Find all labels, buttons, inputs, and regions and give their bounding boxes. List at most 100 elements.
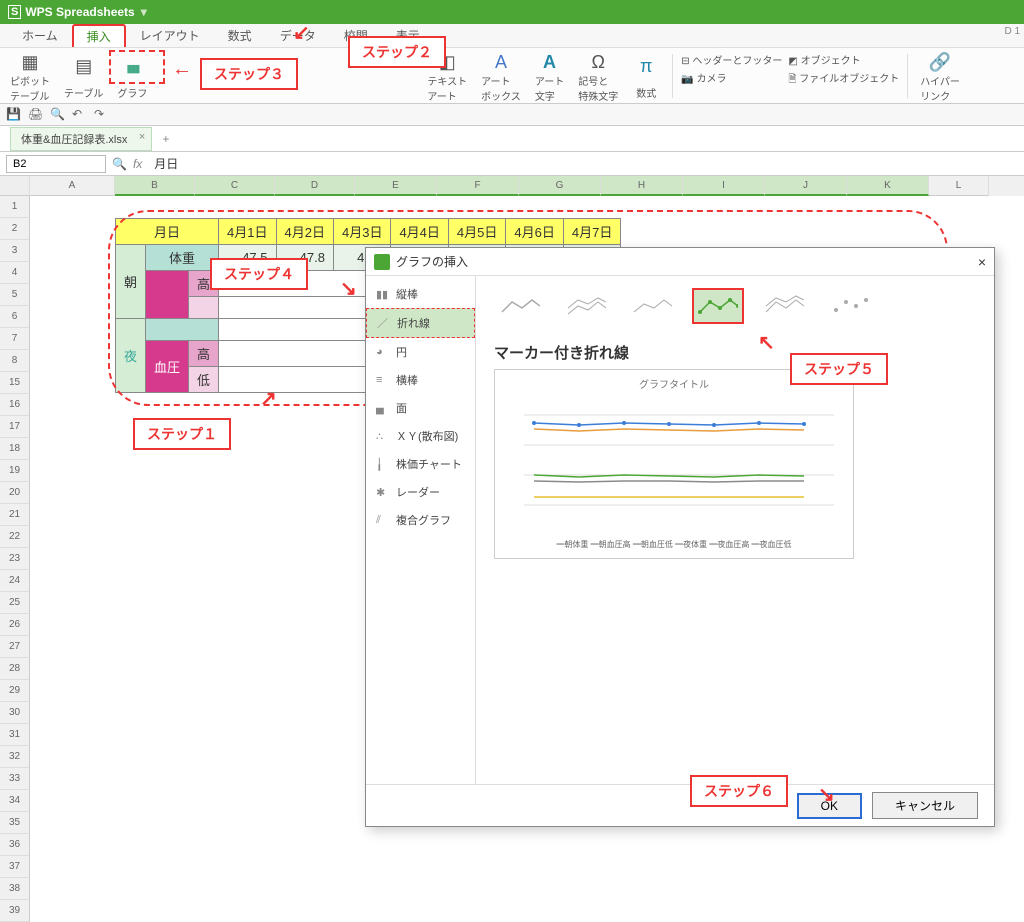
ribbon-camera[interactable]: 📷 カメラ xyxy=(681,70,782,85)
file-tab-bar: 体重&血圧記録表.xlsx× + xyxy=(0,126,1024,152)
subtype-1[interactable] xyxy=(494,288,546,324)
row-18[interactable]: 18 xyxy=(0,438,30,460)
qat-print-icon[interactable]: 🖨 xyxy=(28,107,44,123)
type-bar[interactable]: ≡横棒 xyxy=(366,366,475,394)
row-5[interactable]: 5 xyxy=(0,284,30,306)
ribbon-hyperlink[interactable]: 🔗ハイパー リンク xyxy=(916,52,964,100)
row-33[interactable]: 33 xyxy=(0,768,30,790)
row-34[interactable]: 34 xyxy=(0,790,30,812)
col-a[interactable]: A xyxy=(30,176,115,196)
arttext-icon: A xyxy=(536,52,564,73)
dialog-titlebar[interactable]: グラフの挿入 × xyxy=(366,248,994,276)
type-radar[interactable]: ✱レーダー xyxy=(366,478,475,506)
col-f[interactable]: F xyxy=(437,176,519,196)
row-3[interactable]: 3 xyxy=(0,240,30,262)
type-stock[interactable]: ╽株価チャート xyxy=(366,450,475,478)
ribbon-table[interactable]: ▤テーブル xyxy=(60,52,107,100)
col-b[interactable]: B xyxy=(115,176,195,196)
qat-redo-icon[interactable]: ↷ xyxy=(94,107,110,123)
ribbon-pivot[interactable]: ▦ピボット テーブル xyxy=(6,52,54,100)
row-24[interactable]: 24 xyxy=(0,570,30,592)
type-column[interactable]: ▮▮縦棒 xyxy=(366,280,475,308)
bar-icon: ≡ xyxy=(376,374,390,386)
row-4[interactable]: 4 xyxy=(0,262,30,284)
col-i[interactable]: I xyxy=(683,176,765,196)
row-6[interactable]: 6 xyxy=(0,306,30,328)
type-scatter[interactable]: ∴ＸＹ(散布図) xyxy=(366,422,475,450)
row-2[interactable]: 2 xyxy=(0,218,30,240)
ribbon-symbol[interactable]: Ω記号と 特殊文字 xyxy=(574,52,622,100)
subtype-4-marker-line[interactable] xyxy=(692,288,744,324)
row-27[interactable]: 27 xyxy=(0,636,30,658)
subtype-5[interactable] xyxy=(758,288,810,324)
type-combo[interactable]: ⫽複合グラフ xyxy=(366,506,475,534)
arrow-step4: ↘ xyxy=(340,276,357,301)
subtype-3[interactable] xyxy=(626,288,678,324)
close-tab-icon[interactable]: × xyxy=(139,131,145,143)
ribbon-file-object[interactable]: 🗎 ファイルオブジェクト xyxy=(788,70,899,89)
tab-insert[interactable]: 挿入 xyxy=(72,24,126,47)
col-h[interactable]: H xyxy=(601,176,683,196)
subtype-2[interactable] xyxy=(560,288,612,324)
row-26[interactable]: 26 xyxy=(0,614,30,636)
row-39[interactable]: 39 xyxy=(0,900,30,922)
row-28[interactable]: 28 xyxy=(0,658,30,680)
column-icon: ▮▮ xyxy=(376,288,390,301)
new-tab-icon[interactable]: + xyxy=(162,132,169,146)
ribbon-header-footer[interactable]: ⊟ ヘッダーとフッター xyxy=(681,52,782,67)
type-line[interactable]: ／折れ線 xyxy=(366,308,475,338)
col-l[interactable]: L xyxy=(929,176,989,196)
row-25[interactable]: 25 xyxy=(0,592,30,614)
row-1[interactable]: 1 xyxy=(0,196,30,218)
tab-layout[interactable]: レイアウト xyxy=(126,24,214,47)
row-17[interactable]: 17 xyxy=(0,416,30,438)
row-23[interactable]: 23 xyxy=(0,548,30,570)
ribbon-equation[interactable]: π数式 xyxy=(628,52,664,100)
row-30[interactable]: 30 xyxy=(0,702,30,724)
title-bar: S WPS Spreadsheets ▾ xyxy=(0,0,1024,24)
ribbon-art-box[interactable]: Aアート ボックス xyxy=(477,52,525,100)
col-k[interactable]: K xyxy=(847,176,929,196)
row-7[interactable]: 7 xyxy=(0,328,30,350)
step-5-label: ステップ５ xyxy=(790,353,888,385)
row-16[interactable]: 16 xyxy=(0,394,30,416)
ribbon-object[interactable]: ◩ オブジェクト xyxy=(788,52,899,67)
col-e[interactable]: E xyxy=(355,176,437,196)
row-29[interactable]: 29 xyxy=(0,680,30,702)
col-d[interactable]: D xyxy=(275,176,355,196)
qat-save-icon[interactable]: 💾 xyxy=(6,107,22,123)
row-37[interactable]: 37 xyxy=(0,856,30,878)
col-g[interactable]: G xyxy=(519,176,601,196)
row-21[interactable]: 21 xyxy=(0,504,30,526)
file-tab[interactable]: 体重&血圧記録表.xlsx× xyxy=(10,127,152,151)
row-22[interactable]: 22 xyxy=(0,526,30,548)
row-36[interactable]: 36 xyxy=(0,834,30,856)
subtype-6[interactable] xyxy=(824,288,876,324)
col-c[interactable]: C xyxy=(195,176,275,196)
tab-home[interactable]: ホーム xyxy=(8,24,72,47)
qat-undo-icon[interactable]: ↶ xyxy=(72,107,88,123)
tab-formula[interactable]: 数式 xyxy=(214,24,266,47)
row-32[interactable]: 32 xyxy=(0,746,30,768)
search-icon[interactable]: 🔍 xyxy=(112,157,127,171)
row-31[interactable]: 31 xyxy=(0,724,30,746)
title-chevron-icon[interactable]: ▾ xyxy=(141,5,147,19)
ribbon-art-text[interactable]: Aアート 文字 xyxy=(531,52,568,100)
step-3-label: ステップ３ xyxy=(200,58,298,90)
row-35[interactable]: 35 xyxy=(0,812,30,834)
ribbon-chart[interactable]: グラフ xyxy=(113,52,151,100)
name-box[interactable] xyxy=(6,155,106,173)
row-19[interactable]: 19 xyxy=(0,460,30,482)
dialog-close-icon[interactable]: × xyxy=(978,254,986,270)
type-area[interactable]: ▄面 xyxy=(366,394,475,422)
row-8[interactable]: 8 xyxy=(0,350,30,372)
hdr-date[interactable]: 月日 xyxy=(116,219,219,245)
col-j[interactable]: J xyxy=(765,176,847,196)
row-15[interactable]: 15 xyxy=(0,372,30,394)
type-pie[interactable]: ◕円 xyxy=(366,338,475,366)
row-20[interactable]: 20 xyxy=(0,482,30,504)
cancel-button[interactable]: キャンセル xyxy=(872,792,978,819)
qat-preview-icon[interactable]: 🔍 xyxy=(50,107,66,123)
fx-icon[interactable]: fx xyxy=(133,157,142,171)
row-38[interactable]: 38 xyxy=(0,878,30,900)
